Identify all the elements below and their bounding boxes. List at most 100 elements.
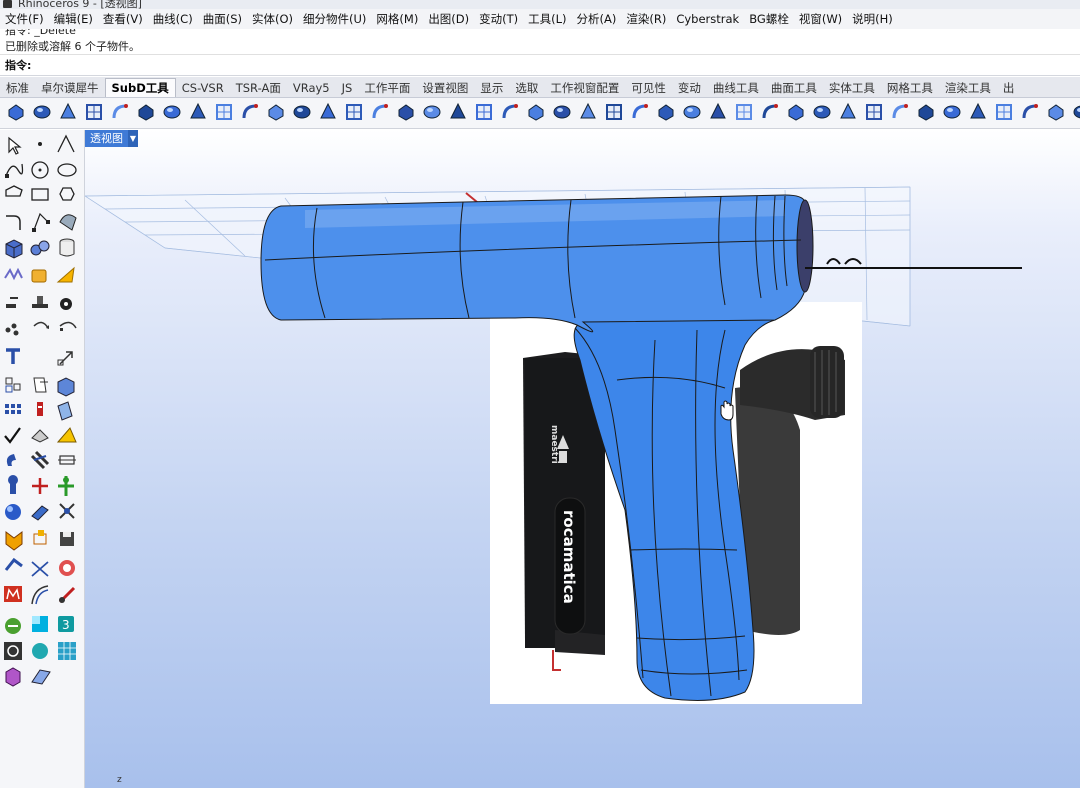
bridge-icon[interactable] — [708, 102, 728, 122]
symmetry-icon[interactable] — [968, 102, 988, 122]
box-mode-icon[interactable] — [786, 102, 806, 122]
subd-tube-icon[interactable] — [214, 102, 234, 122]
subd-sweep-icon[interactable] — [292, 102, 312, 122]
mesh-icon[interactable] — [1020, 102, 1040, 122]
viewport-title-tab[interactable]: 透视图 ▼ — [85, 130, 138, 147]
star-icon[interactable] — [734, 102, 754, 122]
tab[interactable]: 曲线工具 — [707, 79, 765, 97]
tab[interactable]: 显示 — [474, 79, 509, 97]
insert-edge-icon[interactable] — [396, 102, 416, 122]
menu-item[interactable]: 网格(M) — [371, 11, 423, 27]
tab[interactable]: 可见性 — [625, 79, 672, 97]
display-mode-icon[interactable] — [838, 102, 858, 122]
pen-icon — [58, 586, 76, 604]
subd-uncrease-icon[interactable] — [370, 102, 390, 122]
menu-item[interactable]: BG螺栓 — [744, 11, 794, 27]
tab[interactable]: JS — [336, 79, 359, 97]
subd-sphere-icon[interactable] — [110, 102, 130, 122]
subd-crease-icon[interactable] — [344, 102, 364, 122]
surface-icon[interactable] — [1072, 102, 1080, 122]
menu-item[interactable]: 视窗(W) — [794, 11, 847, 27]
mesh-box-icon[interactable] — [188, 102, 208, 122]
convert-icon[interactable] — [942, 102, 962, 122]
purple-cube-icon — [5, 667, 21, 687]
tab[interactable]: 设置视图 — [416, 79, 474, 97]
pipe-icon — [8, 475, 18, 494]
tab[interactable]: 渲染工具 — [939, 79, 997, 97]
subd-fill-icon[interactable] — [318, 102, 338, 122]
reflect-icon[interactable] — [864, 102, 884, 122]
array-icon — [5, 377, 21, 393]
menu-item[interactable]: 分析(A) — [572, 11, 622, 27]
tab[interactable]: SubD工具 — [104, 78, 176, 97]
solid-tools-icon — [30, 240, 50, 256]
offset-icon[interactable] — [500, 102, 520, 122]
tab[interactable]: 变动 — [672, 79, 707, 97]
tab[interactable]: 卓尔谟犀牛 — [35, 79, 105, 97]
draft-angle-icon — [56, 427, 77, 443]
bevel-icon[interactable] — [448, 102, 468, 122]
curve-points-icon — [32, 212, 50, 232]
insert-point-icon[interactable] — [422, 102, 442, 122]
select-icon[interactable] — [916, 102, 936, 122]
append-icon[interactable] — [682, 102, 702, 122]
cylinder-icon — [59, 238, 75, 257]
menu-item[interactable]: 实体(O) — [247, 11, 298, 27]
ellipse-icon — [57, 163, 77, 177]
slide-icon[interactable] — [656, 102, 676, 122]
tab[interactable]: 工作平面 — [358, 79, 416, 97]
menu-item[interactable]: 出图(D) — [423, 11, 474, 27]
command-line: 指令: — [0, 55, 1080, 76]
tab[interactable]: VRay5 — [287, 79, 336, 97]
fill-hole-icon[interactable] — [604, 102, 624, 122]
tab[interactable]: 网格工具 — [881, 79, 939, 97]
zebra-icon — [30, 450, 50, 470]
smooth-mode-icon[interactable] — [812, 102, 832, 122]
weld-icon[interactable] — [630, 102, 650, 122]
nurbs-icon[interactable] — [994, 102, 1014, 122]
menu-item[interactable]: 说明(H) — [847, 11, 898, 27]
mirror-icon[interactable] — [552, 102, 572, 122]
render-icon — [56, 266, 75, 283]
loft-icon — [4, 557, 23, 571]
curvature-icon — [6, 454, 16, 466]
tab[interactable]: 选取 — [509, 79, 544, 97]
subd-cone-icon[interactable] — [84, 102, 104, 122]
viewport-label[interactable]: 透视图 — [85, 130, 128, 147]
menu-item[interactable]: Cyberstrak — [671, 12, 744, 26]
tab[interactable]: 曲面工具 — [765, 79, 823, 97]
menu-item[interactable]: 细分物件(U) — [298, 11, 371, 27]
hexagon-icon — [59, 187, 75, 201]
menu-item[interactable]: 曲线(C) — [148, 11, 198, 27]
tab[interactable]: 工作视窗配置 — [544, 79, 625, 97]
menu-item[interactable]: 渲染(R) — [621, 11, 671, 27]
tab[interactable]: 标准 — [0, 79, 35, 97]
perspective-viewport[interactable]: maestri rocamatica 透视图 ▼ z — [85, 130, 1080, 788]
flip-icon[interactable] — [890, 102, 910, 122]
tab[interactable]: TSR-A面 — [230, 79, 287, 97]
subd-loft-icon[interactable] — [266, 102, 286, 122]
tab[interactable]: 出 — [997, 79, 1021, 97]
mesh-tools-icon — [4, 267, 23, 281]
subd-ellipsoid-icon[interactable] — [136, 102, 156, 122]
merge-icon[interactable] — [526, 102, 546, 122]
subd-cylinder-icon[interactable] — [58, 102, 78, 122]
subd-bridge-icon[interactable] — [240, 102, 260, 122]
subd-box-icon[interactable] — [32, 102, 52, 122]
subdivide-icon[interactable] — [760, 102, 780, 122]
subd-torus-icon[interactable] — [162, 102, 182, 122]
extrude-icon[interactable] — [474, 102, 494, 122]
menu-item[interactable]: 编辑(E) — [49, 11, 98, 27]
menu-item[interactable]: 工具(L) — [523, 11, 571, 27]
stitch-icon[interactable] — [578, 102, 598, 122]
subd-primitive-icon[interactable] — [6, 102, 26, 122]
grid-icon[interactable] — [1046, 102, 1066, 122]
tab[interactable]: CS-VSR — [176, 79, 230, 97]
menu-item[interactable]: 变动(T) — [474, 11, 523, 27]
command-input[interactable] — [31, 56, 1080, 74]
tab[interactable]: 实体工具 — [823, 79, 881, 97]
triangle-down-icon[interactable]: ▼ — [128, 130, 138, 147]
menu-item[interactable]: 文件(F) — [0, 11, 49, 27]
menu-item[interactable]: 曲面(S) — [198, 11, 247, 27]
menu-item[interactable]: 查看(V) — [98, 11, 148, 27]
